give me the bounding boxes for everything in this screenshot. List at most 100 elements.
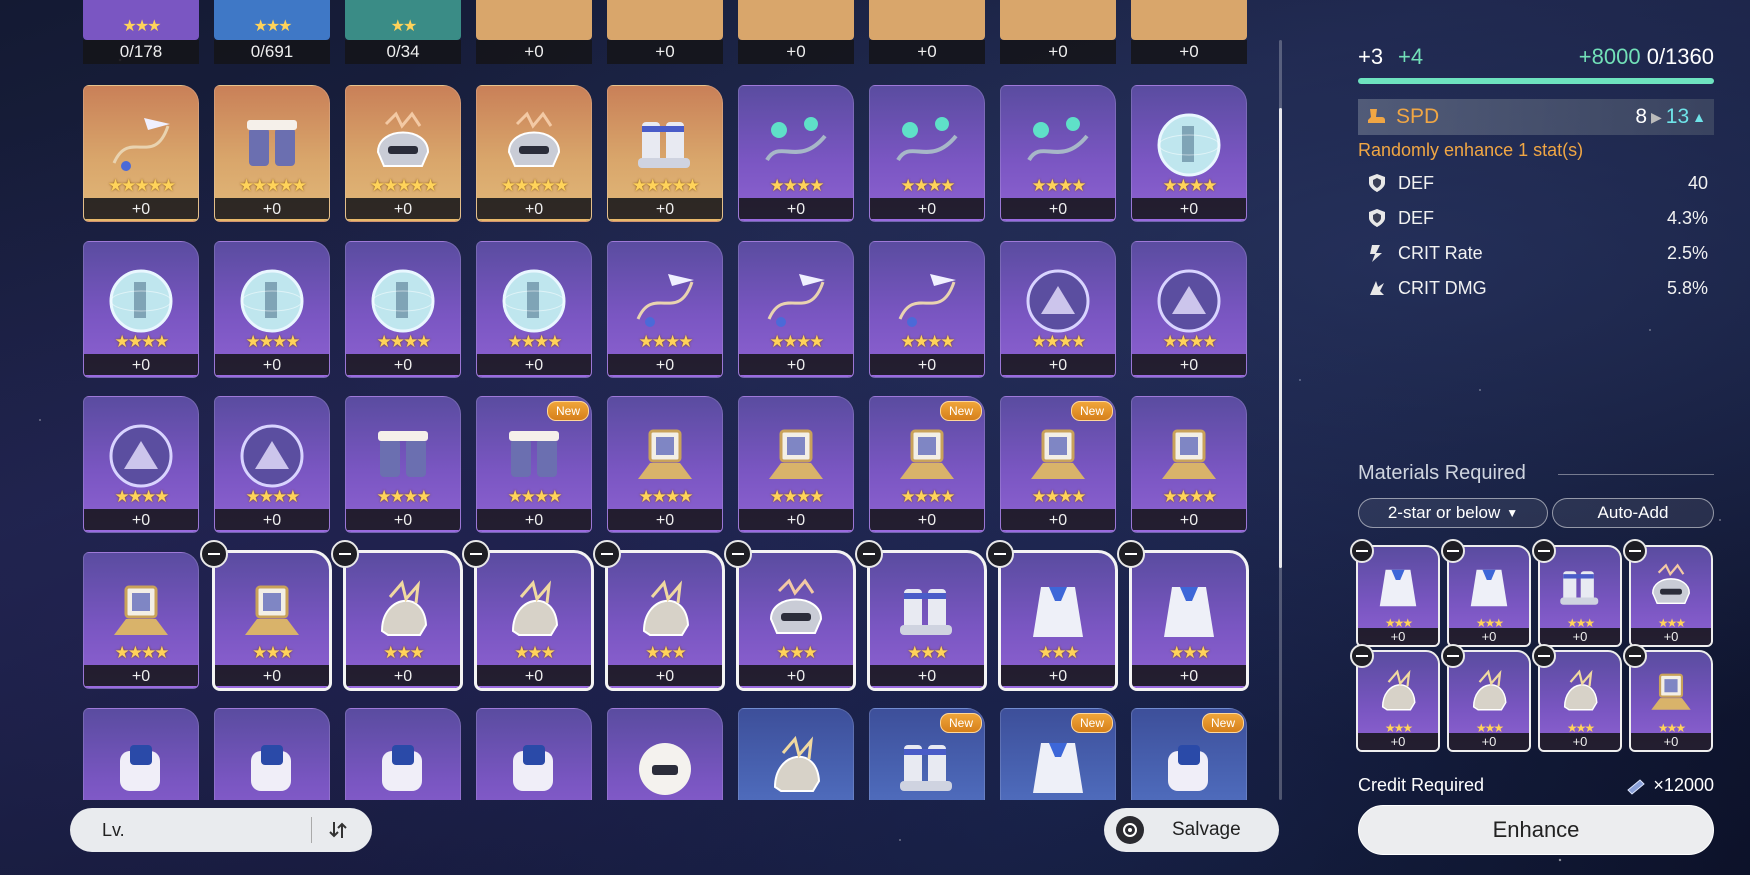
relic-card[interactable]: ★★★★★ +0 [345, 85, 461, 222]
relic-item[interactable]: ★★★★★ +0 [607, 85, 723, 222]
relic-item[interactable]: ★★★★ +0 [607, 396, 723, 533]
remove-icon[interactable] [1441, 644, 1465, 668]
relic-card[interactable]: ★★★★ +0 [607, 396, 723, 533]
relic-item[interactable]: ★★★★ +0 [345, 396, 461, 533]
remove-icon[interactable] [593, 540, 621, 568]
relic-item[interactable]: ★★★★ +0 [83, 396, 199, 533]
relic-card[interactable]: ★★★ +0 [474, 550, 594, 691]
material-card[interactable]: ★★★ +0 [1629, 650, 1713, 752]
relic-card[interactable]: ★★★★★ +0 [214, 85, 330, 222]
relic-card[interactable] [476, 708, 592, 800]
auto-add-button[interactable]: Auto-Add [1552, 498, 1714, 528]
remove-icon[interactable] [1117, 540, 1145, 568]
relic-card[interactable]: ★★★★ +0 [476, 241, 592, 378]
relic-item[interactable] [738, 708, 854, 800]
relic-item[interactable]: ★★★★ +0 New [1000, 396, 1116, 533]
relic-item[interactable]: ★★★★ +0 [738, 241, 854, 378]
relic-item[interactable]: ★★★★ +0 [607, 241, 723, 378]
remove-icon[interactable] [331, 540, 359, 568]
relic-count-tile[interactable]: ★★★ 0/178 [83, 0, 199, 64]
remove-icon[interactable] [1532, 644, 1556, 668]
relic-card[interactable]: ★★★★ +0 [738, 241, 854, 378]
relic-card[interactable] [738, 708, 854, 800]
relic-item[interactable] [345, 708, 461, 800]
relic-card[interactable]: ★★★ +0 [998, 550, 1118, 691]
material-slot[interactable]: ★★★ +0 [1532, 644, 1622, 752]
relic-card[interactable]: ★★★★ +0 [345, 396, 461, 533]
relic-item[interactable]: ★★★★ +0 [214, 396, 330, 533]
material-slot[interactable]: ★★★ +0 [1350, 644, 1440, 752]
relic-item[interactable]: ★★★ +0 [855, 540, 987, 691]
relic-item[interactable]: ★★★★★ +0 [476, 85, 592, 222]
material-card[interactable]: ★★★ +0 [1447, 650, 1531, 752]
material-card[interactable]: ★★★ +0 [1538, 545, 1622, 647]
remove-icon[interactable] [1350, 644, 1374, 668]
relic-card[interactable]: ★★★★ +0 New [1000, 396, 1116, 533]
relic-card[interactable]: ★★★★ +0 [83, 241, 199, 378]
material-card[interactable]: ★★★ +0 [1538, 650, 1622, 752]
relic-item[interactable]: New [869, 708, 985, 800]
material-card[interactable]: ★★★ +0 [1356, 545, 1440, 647]
relic-card[interactable]: ★★★★ +0 [869, 241, 985, 378]
relic-card[interactable]: ★★★★ +0 [1131, 396, 1247, 533]
relic-item[interactable] [83, 708, 199, 800]
material-slot[interactable]: ★★★ +0 [1623, 644, 1713, 752]
material-slot[interactable]: ★★★ +0 [1441, 644, 1531, 752]
relic-card[interactable]: ★★★ +0 [605, 550, 725, 691]
relic-item[interactable]: New [1131, 708, 1247, 800]
relic-card[interactable] [214, 708, 330, 800]
material-slot[interactable]: ★★★ +0 [1623, 539, 1713, 647]
relic-count-tile[interactable]: +0 [1131, 0, 1247, 64]
remove-icon[interactable] [1623, 644, 1647, 668]
relic-count-tile[interactable]: +0 [869, 0, 985, 64]
relic-card[interactable] [83, 708, 199, 800]
relic-card[interactable]: ★★★★ +0 [345, 241, 461, 378]
remove-icon[interactable] [986, 540, 1014, 568]
remove-icon[interactable] [1350, 539, 1374, 563]
remove-icon[interactable] [724, 540, 752, 568]
relic-item[interactable]: ★★★★ +0 [1000, 85, 1116, 222]
relic-item[interactable]: ★★★ +0 [986, 540, 1118, 691]
relic-item[interactable]: ★★★ +0 [593, 540, 725, 691]
remove-icon[interactable] [1623, 539, 1647, 563]
material-card[interactable]: ★★★ +0 [1356, 650, 1440, 752]
relic-item[interactable]: ★★★★ +0 [869, 85, 985, 222]
relic-card[interactable]: ★★★★ +0 [1131, 241, 1247, 378]
relic-item[interactable]: ★★★★ +0 [476, 241, 592, 378]
relic-item[interactable] [476, 708, 592, 800]
relic-card[interactable]: ★★★★★ +0 [607, 85, 723, 222]
relic-item[interactable]: ★★★ +0 [331, 540, 463, 691]
relic-item[interactable]: ★★★★ +0 [1131, 396, 1247, 533]
relic-card[interactable]: ★★★★ +0 [214, 241, 330, 378]
remove-icon[interactable] [1532, 539, 1556, 563]
relic-card[interactable]: ★★★★ +0 [607, 241, 723, 378]
relic-card[interactable]: ★★★★★ +0 [476, 85, 592, 222]
relic-item[interactable]: ★★★★ +0 [214, 241, 330, 378]
relic-card[interactable]: ★★★ +0 [212, 550, 332, 691]
relic-item[interactable]: ★★★★ +0 [738, 85, 854, 222]
relic-item[interactable]: ★★★★ +0 [1131, 241, 1247, 378]
relic-count-tile[interactable]: +0 [476, 0, 592, 64]
remove-icon[interactable] [200, 540, 228, 568]
relic-card[interactable]: ★★★★ +0 [738, 396, 854, 533]
relic-card[interactable]: ★★★★ +0 [214, 396, 330, 533]
relic-item[interactable]: ★★★★ +0 New [476, 396, 592, 533]
enhance-button[interactable]: Enhance [1358, 805, 1714, 855]
grid-scrollbar-thumb[interactable] [1279, 108, 1282, 568]
material-filter-dropdown[interactable]: 2-star or below ▼ [1358, 498, 1548, 528]
relic-item[interactable]: ★★★★★ +0 [214, 85, 330, 222]
relic-card[interactable]: ★★★ +0 [343, 550, 463, 691]
relic-card[interactable]: New [1131, 708, 1247, 800]
relic-item[interactable]: ★★★★ +0 [345, 241, 461, 378]
relic-card[interactable]: New [1000, 708, 1116, 800]
sort-order-icon[interactable] [326, 818, 350, 842]
material-slot[interactable]: ★★★ +0 [1350, 539, 1440, 647]
relic-card[interactable]: ★★★ +0 [736, 550, 856, 691]
relic-card[interactable]: ★★★ +0 [867, 550, 987, 691]
relic-item[interactable] [607, 708, 723, 800]
relic-item[interactable]: ★★★ +0 [200, 540, 332, 691]
relic-card[interactable]: ★★★★ +0 [1000, 241, 1116, 378]
relic-item[interactable]: New [1000, 708, 1116, 800]
material-slot[interactable]: ★★★ +0 [1441, 539, 1531, 647]
relic-item[interactable]: ★★★★ +0 New [869, 396, 985, 533]
